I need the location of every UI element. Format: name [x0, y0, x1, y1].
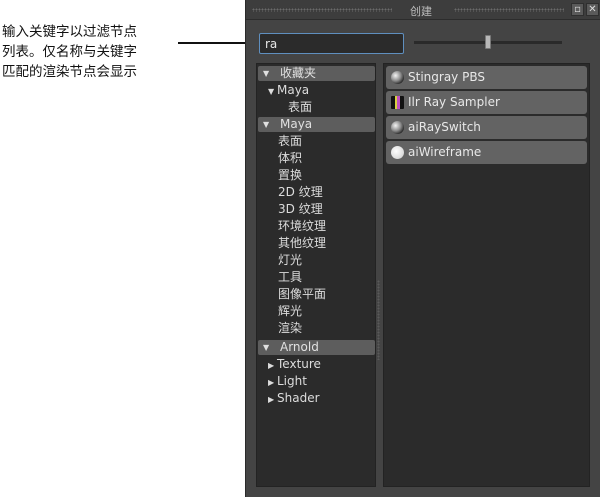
tree-item-maya[interactable]: 工具: [278, 269, 302, 286]
tree-item-label: Maya: [277, 83, 310, 97]
collapse-triangle-icon[interactable]: ▼: [268, 83, 277, 100]
close-icon[interactable]: ✕: [586, 3, 599, 16]
node-label: Stingray PBS: [408, 70, 485, 84]
panel-title: 创建: [410, 5, 432, 18]
panel-titlebar[interactable]: 创建 ▫ ✕: [246, 0, 600, 20]
expand-triangle-icon[interactable]: ▶: [268, 374, 277, 391]
sampler-icon: [391, 96, 404, 109]
collapse-triangle-icon[interactable]: ▼: [263, 66, 269, 81]
category-arnold[interactable]: ▼ Arnold: [258, 340, 375, 355]
tree-item-maya[interactable]: 辉光: [278, 303, 302, 320]
category-label: Arnold: [280, 340, 319, 354]
tree-item-arnold[interactable]: ▶ Texture: [268, 356, 321, 373]
float-panel-icon[interactable]: ▫: [571, 3, 584, 16]
tree-item-arnold[interactable]: ▶ Light: [268, 373, 307, 390]
drag-grip[interactable]: [252, 8, 392, 12]
tree-item-favorites-maya[interactable]: ▼ Maya: [268, 82, 309, 99]
category-label: Maya: [280, 117, 313, 131]
search-input[interactable]: [259, 33, 404, 54]
expand-triangle-icon[interactable]: ▶: [268, 391, 277, 408]
collapse-triangle-icon[interactable]: ▼: [263, 117, 269, 132]
pane-splitter[interactable]: [377, 280, 380, 360]
create-node-panel: 创建 ▫ ✕ ▼ 收藏夹 ▼Maya 表面 ▼ Maya 表面 体积 置换 2D…: [245, 0, 600, 497]
node-item[interactable]: Stingray PBS: [386, 66, 587, 89]
tree-item-label: Light: [277, 374, 307, 388]
collapse-triangle-icon[interactable]: ▼: [263, 340, 269, 355]
drag-grip-right[interactable]: [454, 8, 564, 12]
tree-item-maya[interactable]: 灯光: [278, 252, 302, 269]
node-label: Ilr Ray Sampler: [408, 95, 500, 109]
white-sphere-icon: [391, 146, 404, 159]
expand-triangle-icon[interactable]: ▶: [268, 357, 277, 374]
tree-item-maya[interactable]: 渲染: [278, 320, 302, 337]
tree-item-maya[interactable]: 表面: [278, 133, 302, 150]
node-item[interactable]: aiRaySwitch: [386, 116, 587, 139]
tree-item-maya[interactable]: 其他纹理: [278, 235, 326, 252]
category-label: 收藏夹: [280, 66, 317, 80]
tree-item-maya[interactable]: 3D 纹理: [278, 201, 323, 218]
sphere-icon: [391, 121, 404, 134]
tree-item-maya[interactable]: 图像平面: [278, 286, 326, 303]
sphere-icon: [391, 71, 404, 84]
tree-item-arnold[interactable]: ▶ Shader: [268, 390, 320, 407]
tree-item-label: Texture: [277, 357, 321, 371]
tree-item-maya[interactable]: 置换: [278, 167, 302, 184]
node-list-pane: Stingray PBS Ilr Ray Sampler aiRaySwitch…: [383, 63, 590, 487]
category-favorites[interactable]: ▼ 收藏夹: [258, 66, 375, 81]
tree-item-maya[interactable]: 体积: [278, 150, 302, 167]
category-tree-pane: ▼ 收藏夹 ▼ Maya 表面 ▼ Maya 表面 体积 置换 2D 纹理 3D …: [256, 63, 376, 487]
tree-item-favorites-surface[interactable]: 表面: [288, 99, 312, 116]
node-item[interactable]: Ilr Ray Sampler: [386, 91, 587, 114]
slider-thumb[interactable]: [485, 35, 491, 49]
node-label: aiRaySwitch: [408, 120, 481, 134]
node-item[interactable]: aiWireframe: [386, 141, 587, 164]
tree-item-maya[interactable]: 2D 纹理: [278, 184, 323, 201]
tree-item-label: Shader: [277, 391, 320, 405]
callout-text: 输入关键字以过滤节点 列表。仅名称与关键字 匹配的渲染节点会显示: [2, 24, 137, 80]
tree-item-maya[interactable]: 环境纹理: [278, 218, 326, 235]
category-maya[interactable]: ▼ Maya: [258, 117, 375, 132]
node-label: aiWireframe: [408, 145, 482, 159]
